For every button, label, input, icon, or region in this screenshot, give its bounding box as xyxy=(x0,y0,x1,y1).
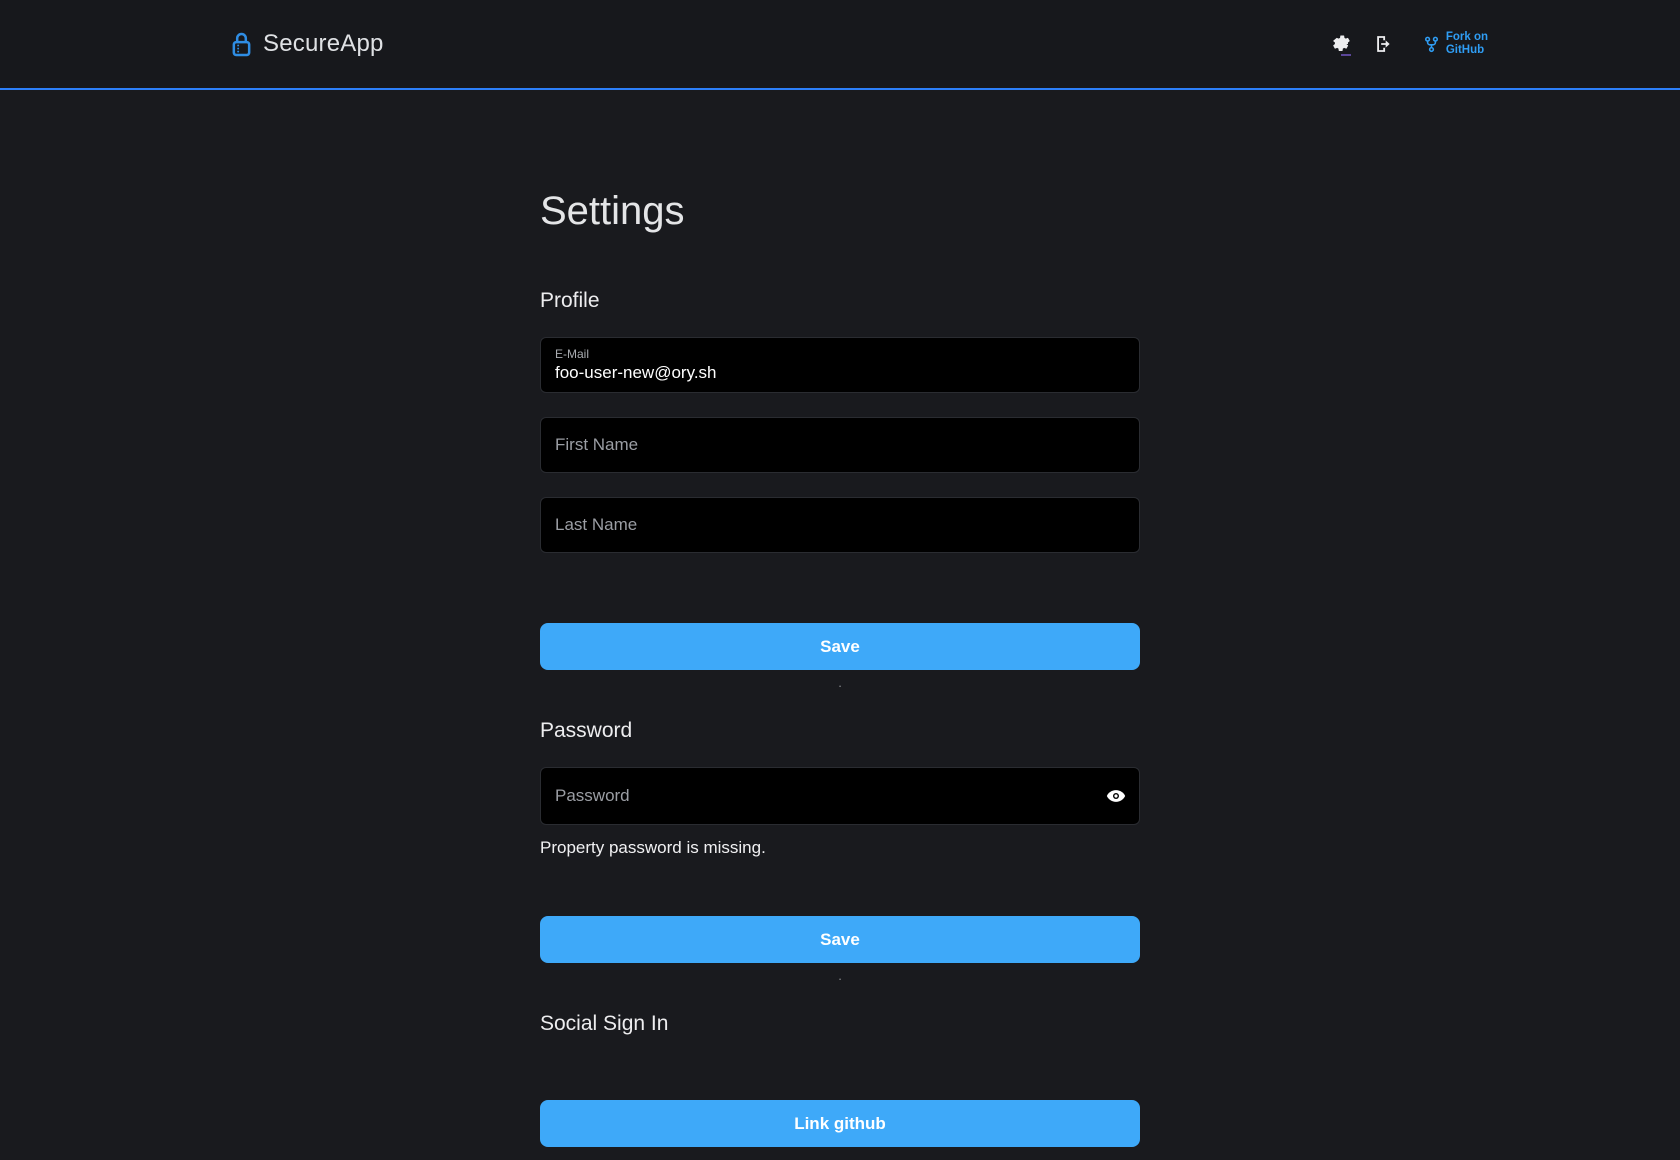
navbar-actions: Fork on GitHub xyxy=(1331,31,1488,57)
profile-save-dot: . xyxy=(540,676,1140,690)
fork-link-label: Fork on GitHub xyxy=(1446,31,1488,57)
lock-icon xyxy=(230,31,253,58)
last-name-input[interactable] xyxy=(540,497,1140,553)
reveal-password-button[interactable] xyxy=(1106,786,1126,806)
password-heading: Password xyxy=(540,718,1140,743)
password-input[interactable] xyxy=(540,767,1140,825)
settings-page: Settings Profile E-Mail Save . Password xyxy=(540,188,1140,1147)
profile-save-button[interactable]: Save xyxy=(540,623,1140,670)
email-field-label: E-Mail xyxy=(555,347,1125,362)
password-save-button[interactable]: Save xyxy=(540,916,1140,963)
brand[interactable]: SecureApp xyxy=(230,30,384,58)
git-fork-icon xyxy=(1423,35,1440,54)
page-title: Settings xyxy=(540,188,1140,234)
profile-section: Profile E-Mail Save . xyxy=(540,288,1140,690)
fork-on-github-link[interactable]: Fork on GitHub xyxy=(1423,31,1488,57)
gear-underline xyxy=(1341,54,1351,56)
eye-icon xyxy=(1106,786,1126,806)
social-sign-in-section: Social Sign In Link github xyxy=(540,1011,1140,1147)
navbar: SecureApp xyxy=(0,0,1680,90)
link-github-button[interactable]: Link github xyxy=(540,1100,1140,1147)
password-error-message: Property password is missing. xyxy=(540,837,1140,858)
first-name-input[interactable] xyxy=(540,417,1140,473)
password-section: Password Property password is missing. S… xyxy=(540,718,1140,983)
email-field[interactable]: E-Mail xyxy=(540,337,1140,393)
social-sign-in-heading: Social Sign In xyxy=(540,1011,1140,1036)
gear-icon xyxy=(1331,33,1350,52)
password-field xyxy=(540,767,1140,825)
brand-name: SecureApp xyxy=(263,30,384,58)
logout-icon xyxy=(1373,34,1393,54)
password-save-dot: . xyxy=(540,969,1140,983)
settings-gear-button[interactable] xyxy=(1331,33,1351,56)
email-input[interactable] xyxy=(555,362,1125,383)
profile-heading: Profile xyxy=(540,288,1140,313)
logout-button[interactable] xyxy=(1373,34,1393,54)
